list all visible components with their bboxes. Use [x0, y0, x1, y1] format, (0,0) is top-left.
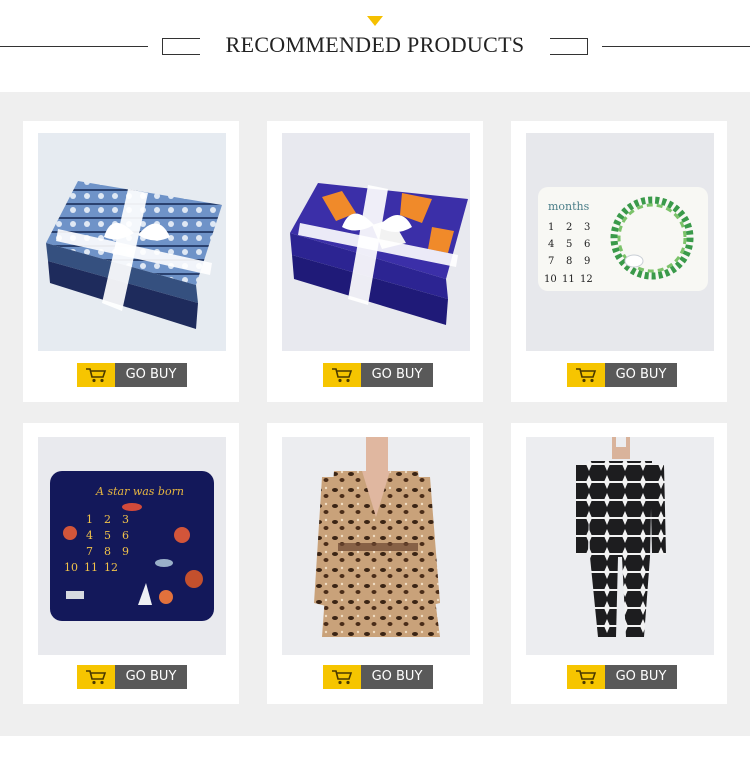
shopping-cart-icon [332, 368, 353, 383]
go-buy-label: GO BUY [605, 363, 677, 387]
header-bracket-right [550, 38, 588, 55]
svg-text:6: 6 [122, 529, 129, 542]
header-divider-left [0, 46, 148, 47]
svg-text:12: 12 [104, 561, 118, 574]
go-buy-button[interactable]: GO BUY [77, 665, 187, 689]
svg-text:8: 8 [104, 545, 111, 558]
svg-text:11: 11 [84, 561, 98, 574]
product-image[interactable] [38, 133, 226, 351]
svg-text:12: 12 [580, 274, 593, 285]
product-grid: GO BUY GO BUY months 1 2 3 4 5 6 7 8 9 1… [0, 92, 750, 736]
go-buy-button[interactable]: GO BUY [323, 665, 433, 689]
product-image[interactable] [526, 437, 714, 655]
shopping-cart-icon [576, 670, 597, 685]
product-image[interactable]: months 123 456 789 10 11 12 [526, 133, 714, 351]
milestone-title: months [548, 200, 590, 213]
product-card[interactable]: A star was born 123 456 789 10 11 12 GO … [23, 423, 239, 704]
product-card[interactable]: GO BUY [267, 423, 483, 704]
product-image[interactable]: A star was born 123 456 789 10 11 12 [38, 437, 226, 655]
svg-text:10: 10 [64, 561, 78, 574]
go-buy-label: GO BUY [115, 665, 187, 689]
cart-box [77, 665, 115, 689]
shopping-cart-icon [332, 670, 353, 685]
blanket-text: A star was born [95, 485, 184, 498]
product-card[interactable]: GO BUY [267, 121, 483, 402]
header-bracket-left [162, 38, 200, 55]
go-buy-label: GO BUY [115, 363, 187, 387]
svg-text:9: 9 [584, 256, 590, 267]
svg-text:8: 8 [566, 256, 572, 267]
svg-text:5: 5 [104, 529, 111, 542]
svg-text:7: 7 [86, 545, 93, 558]
shopping-cart-icon [86, 368, 107, 383]
svg-text:9: 9 [122, 545, 129, 558]
svg-text:10: 10 [544, 274, 557, 285]
shopping-cart-icon [86, 670, 107, 685]
go-buy-button[interactable]: GO BUY [567, 665, 677, 689]
svg-text:3: 3 [584, 222, 590, 233]
go-buy-button[interactable]: GO BUY [323, 363, 433, 387]
cart-box [323, 363, 361, 387]
svg-text:1: 1 [86, 513, 93, 526]
svg-text:1: 1 [548, 222, 554, 233]
product-card[interactable]: GO BUY [511, 423, 727, 704]
go-buy-label: GO BUY [361, 665, 433, 689]
cart-box [567, 665, 605, 689]
go-buy-label: GO BUY [605, 665, 677, 689]
shopping-cart-icon [576, 368, 597, 383]
svg-text:2: 2 [566, 222, 572, 233]
product-card[interactable]: GO BUY [23, 121, 239, 402]
product-image[interactable] [282, 437, 470, 655]
svg-text:4: 4 [86, 529, 93, 542]
product-image[interactable] [282, 133, 470, 351]
cart-box [323, 665, 361, 689]
section-title: RECOMMENDED PRODUCTS [225, 32, 525, 57]
product-card[interactable]: months 123 456 789 10 11 12 GO BUY [511, 121, 727, 402]
svg-text:4: 4 [548, 239, 554, 250]
go-buy-button[interactable]: GO BUY [567, 363, 677, 387]
svg-text:2: 2 [104, 513, 111, 526]
svg-text:3: 3 [122, 513, 129, 526]
svg-text:6: 6 [584, 239, 590, 250]
down-triangle-icon [367, 16, 383, 26]
cart-box [77, 363, 115, 387]
section-header: RECOMMENDED PRODUCTS [0, 0, 750, 92]
svg-text:11: 11 [562, 274, 575, 285]
go-buy-button[interactable]: GO BUY [77, 363, 187, 387]
header-divider-right [602, 46, 750, 47]
svg-text:5: 5 [566, 239, 572, 250]
go-buy-label: GO BUY [361, 363, 433, 387]
svg-text:7: 7 [548, 256, 554, 267]
cart-box [567, 363, 605, 387]
